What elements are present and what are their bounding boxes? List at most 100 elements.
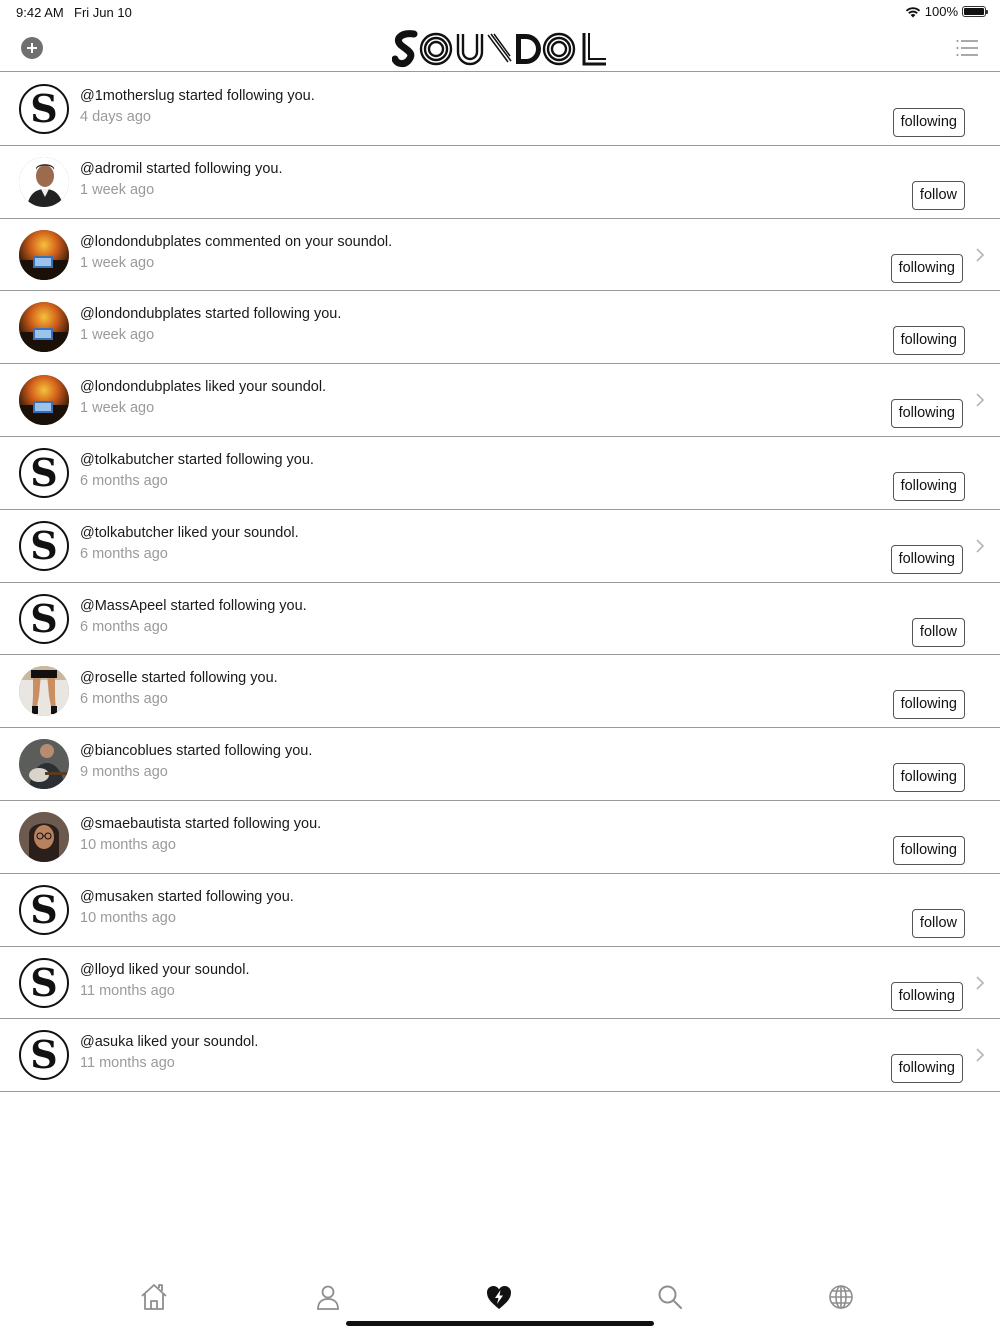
soundol-logo xyxy=(392,30,606,68)
chevron-right-icon[interactable] xyxy=(975,975,985,991)
notification-text: @tolkabutcher liked your soundol. xyxy=(80,524,299,541)
soundol-s-icon: S xyxy=(30,595,58,641)
avatar-soundol-logo[interactable]: S xyxy=(19,957,69,1008)
notification-time: 10 months ago xyxy=(80,909,176,926)
notification-row[interactable]: @londondubplates liked your soundol. 1 we… xyxy=(0,364,1000,437)
notification-time: 1 week ago xyxy=(80,400,155,417)
follow-button[interactable]: follow xyxy=(911,180,965,210)
battery-percent: 100% xyxy=(924,4,958,19)
avatar-user-photo[interactable] xyxy=(19,811,69,862)
notification-row: S @1motherslug started following you. 4 da… xyxy=(0,73,1000,146)
chevron-right-icon[interactable] xyxy=(975,538,985,554)
notification-row[interactable]: S @lloyd liked your soundol. 11 months ago… xyxy=(0,947,1000,1020)
globe-icon xyxy=(829,1285,853,1309)
profile-icon xyxy=(317,1285,339,1310)
status-time: 9:42 AM xyxy=(16,5,64,20)
notification-list: S @1motherslug started following you. 4 da… xyxy=(0,73,1000,1093)
avatar-user-photo[interactable] xyxy=(19,739,69,790)
status-bar: 9:42 AM Fri Jun 10 100% xyxy=(0,0,1000,24)
home-icon xyxy=(141,1284,167,1310)
avatar-soundol-logo[interactable]: S xyxy=(19,1030,69,1081)
notification-time: 6 months ago xyxy=(80,618,168,635)
following-button[interactable]: following xyxy=(890,544,963,574)
avatar-user-photo[interactable] xyxy=(19,156,69,207)
following-button[interactable]: following xyxy=(892,835,965,865)
notification-text: @MassApeel started following you. xyxy=(80,597,307,614)
tab-activity[interactable] xyxy=(484,1282,514,1312)
notification-text: @tolkabutcher started following you. xyxy=(80,451,314,468)
soundol-s-icon: S xyxy=(30,1032,58,1078)
notification-time: 1 week ago xyxy=(80,254,155,271)
list-menu-icon xyxy=(956,40,978,56)
chevron-right-icon[interactable] xyxy=(975,1047,985,1063)
notification-time: 1 week ago xyxy=(80,181,155,198)
tab-profile[interactable] xyxy=(313,1282,343,1312)
notification-text: @londondubplates liked your soundol. xyxy=(80,379,327,396)
avatar-soundol-logo[interactable]: S xyxy=(19,884,69,935)
avatar-soundol-logo[interactable]: S xyxy=(19,84,69,134)
following-button[interactable]: following xyxy=(892,690,965,720)
tab-bar xyxy=(0,1278,1000,1318)
notification-time: 11 months ago xyxy=(80,1055,175,1072)
avatar-soundol-logo[interactable]: S xyxy=(19,447,69,498)
notification-text: @musaken started following you. xyxy=(80,888,294,905)
following-button[interactable]: following xyxy=(890,399,963,429)
notification-time: 11 months ago xyxy=(80,982,175,999)
follow-button[interactable]: follow xyxy=(911,617,965,647)
battery-icon xyxy=(962,6,988,17)
notification-text: @roselle started following you. xyxy=(80,670,278,687)
notification-text: @asuka liked your soundol. xyxy=(80,1034,259,1051)
notification-text: @lloyd liked your soundol. xyxy=(80,961,250,978)
notification-row: @roselle started following you. 6 months … xyxy=(0,655,1000,729)
notification-row: @biancoblues started following you. 9 mon… xyxy=(0,728,1000,801)
search-icon xyxy=(658,1285,682,1309)
status-date: Fri Jun 10 xyxy=(74,5,132,20)
notification-time: 4 days ago xyxy=(80,109,151,125)
following-button[interactable]: following xyxy=(892,326,965,356)
avatar-soundol-logo[interactable]: S xyxy=(19,520,69,571)
notification-row: S @tolkabutcher started following you. 6 m… xyxy=(0,437,1000,510)
avatar-user-photo[interactable] xyxy=(19,375,69,426)
add-button[interactable] xyxy=(21,37,43,59)
notification-text: @londondubplates started following you. xyxy=(80,306,342,323)
notification-row: @adromil started following you. 1 week ag… xyxy=(0,146,1000,219)
soundol-s-icon: S xyxy=(30,886,58,932)
following-button[interactable]: following xyxy=(892,763,965,793)
menu-button[interactable] xyxy=(956,39,978,57)
heart-bolt-icon xyxy=(487,1286,511,1309)
follow-button[interactable]: follow xyxy=(911,908,965,938)
avatar-soundol-logo[interactable]: S xyxy=(19,593,69,644)
following-button[interactable]: following xyxy=(892,108,965,137)
avatar-user-photo[interactable] xyxy=(19,302,69,353)
tab-explore[interactable] xyxy=(826,1282,856,1312)
soundol-s-icon: S xyxy=(30,449,58,495)
notification-time: 6 months ago xyxy=(80,472,168,489)
notification-row: @londondubplates started following you. 1… xyxy=(0,291,1000,365)
tab-home[interactable] xyxy=(139,1282,169,1312)
notification-row[interactable]: @londondubplates commented on your sound… xyxy=(0,219,1000,292)
notification-text: @smaebautista started following you. xyxy=(80,815,322,832)
wifi-icon xyxy=(905,6,920,17)
notification-time: 6 months ago xyxy=(80,545,168,562)
following-button[interactable]: following xyxy=(892,471,965,501)
notification-text: @londondubplates commented on your sound… xyxy=(80,233,393,250)
notification-row[interactable]: S @asuka liked your soundol. 11 months ago… xyxy=(0,1019,1000,1093)
chevron-right-icon[interactable] xyxy=(975,392,985,408)
notification-time: 1 week ago xyxy=(80,327,155,344)
following-button[interactable]: following xyxy=(890,981,963,1011)
soundol-s-icon: S xyxy=(30,959,58,1005)
notification-time: 10 months ago xyxy=(80,836,176,853)
following-button[interactable]: following xyxy=(890,253,963,283)
notification-row[interactable]: S @tolkabutcher liked your soundol. 6 mont… xyxy=(0,510,1000,583)
notification-text: @adromil started following you. xyxy=(80,160,283,177)
following-button[interactable]: following xyxy=(890,1054,963,1084)
soundol-s-icon: S xyxy=(30,86,58,131)
avatar-user-photo[interactable] xyxy=(19,229,69,280)
notification-row: S @MassApeel started following you. 6 mont… xyxy=(0,583,1000,656)
notification-time: 6 months ago xyxy=(80,691,168,708)
status-indicators: 100% xyxy=(905,4,988,19)
avatar-user-photo[interactable] xyxy=(19,666,69,717)
chevron-right-icon[interactable] xyxy=(975,247,985,263)
tab-search[interactable] xyxy=(655,1282,685,1312)
plus-circle-icon xyxy=(27,43,37,53)
